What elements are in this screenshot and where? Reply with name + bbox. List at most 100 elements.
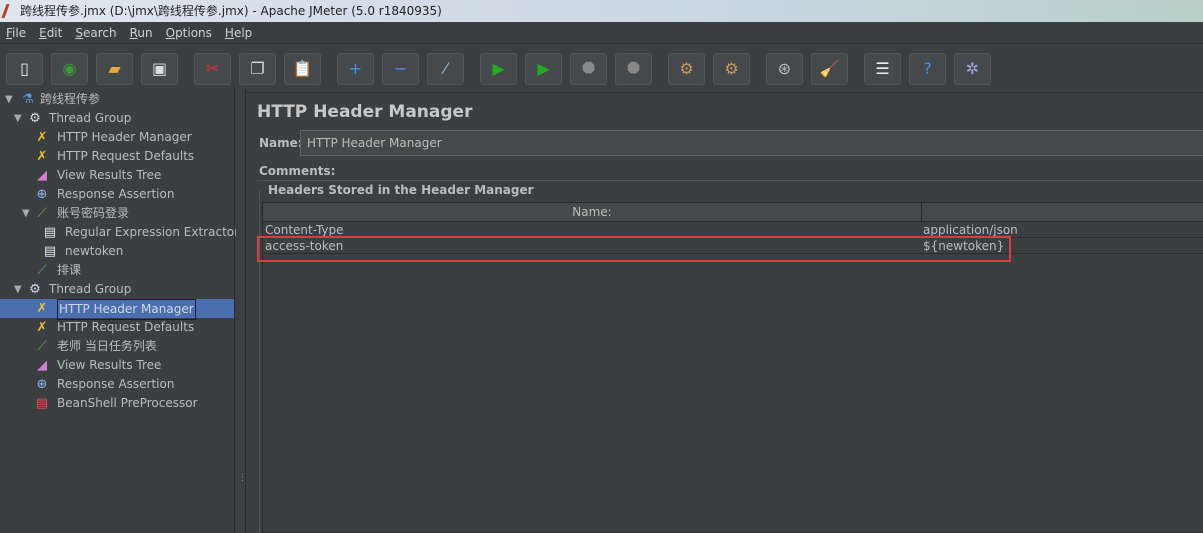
tree-node[interactable]: ⊕ Response Assertion: [0, 375, 234, 394]
window-title: 跨线程传参.jmx (D:\jmx\跨线程传参.jmx) - Apache JM…: [20, 4, 442, 18]
menu-search[interactable]: Search: [75, 22, 116, 43]
chart-icon: ◢: [37, 358, 47, 373]
tree-node-label: 老师 当日任务列表: [57, 339, 157, 353]
tree-node[interactable]: ◢ View Results Tree: [0, 166, 234, 185]
paste-icon: 📋: [292, 59, 313, 78]
tree-node[interactable]: ▼ ⚗ 跨线程传参: [0, 90, 234, 109]
tree-node-label: Regular Expression Extractor: [65, 225, 240, 239]
table-header: Name:: [263, 203, 1203, 222]
tree-node-label: View Results Tree: [57, 358, 162, 372]
menu-bar: File Edit Search Run Options Help: [0, 22, 1203, 44]
gear-icon: ⚙: [29, 111, 41, 126]
tree-node-label: View Results Tree: [57, 168, 162, 182]
tree-node[interactable]: ✗ HTTP Header Manager: [0, 299, 234, 320]
templates-icon: ◉: [62, 59, 77, 78]
shutdown-icon: ⯃: [627, 58, 640, 78]
divider-grip-icon[interactable]: ⋮: [238, 473, 247, 483]
templates-button[interactable]: ◉: [51, 52, 88, 85]
menu-run[interactable]: Run: [130, 22, 153, 43]
function-helper-button[interactable]: ☰: [864, 52, 901, 85]
tree-node-label: HTTP Request Defaults: [57, 149, 195, 163]
separator: [257, 180, 1203, 181]
tree-node[interactable]: ▤ newtoken: [0, 242, 234, 261]
search-icon: ⊛: [777, 59, 792, 78]
wrench-icon: ✗: [36, 320, 48, 335]
menu-edit[interactable]: Edit: [39, 22, 62, 43]
collapse-button[interactable]: −: [382, 52, 419, 85]
toggle-button[interactable]: ⁄: [427, 52, 464, 85]
start-no-pauses-button[interactable]: ▶: [525, 52, 562, 85]
toggle-icon: ⁄: [444, 59, 447, 78]
stop-button[interactable]: ⯃: [570, 52, 607, 85]
header-manager-panel: HTTP Header Manager Name: HTTP Header Ma…: [247, 88, 1203, 533]
window-title-bar: 跨线程传参.jmx (D:\jmx\跨线程传参.jmx) - Apache JM…: [0, 0, 1203, 22]
tree-node[interactable]: ◢ View Results Tree: [0, 356, 234, 375]
panel-title: HTTP Header Manager: [257, 102, 473, 122]
cut-icon: ✂: [205, 59, 220, 78]
extractor-icon: ▤: [43, 244, 57, 259]
split-pane-divider[interactable]: ⋮: [236, 88, 247, 533]
tree-node-label: HTTP Header Manager: [57, 130, 192, 144]
start-no-pauses-icon: ▶: [537, 59, 550, 78]
new-icon: ▯: [20, 59, 29, 78]
expand-toggle-icon[interactable]: ▼: [14, 280, 22, 299]
remote-button[interactable]: ✲: [954, 52, 991, 85]
preprocessor-icon: ▤: [35, 396, 49, 411]
start-button[interactable]: ▶: [480, 52, 517, 85]
wrench-icon: ✗: [36, 130, 48, 145]
magnifier-icon: ⊕: [36, 187, 48, 202]
new-button[interactable]: ▯: [6, 52, 43, 85]
tree-node[interactable]: ▼ ⟋ 账号密码登录: [0, 204, 234, 223]
tree-node[interactable]: ✗ HTTP Header Manager: [0, 128, 234, 147]
open-button[interactable]: ▰: [96, 52, 133, 85]
menu-options[interactable]: Options: [166, 22, 212, 43]
tree-node[interactable]: ▼ ⚙ Thread Group: [0, 280, 234, 299]
copy-button[interactable]: ❐: [239, 52, 276, 85]
function-helper-icon: ☰: [875, 59, 890, 78]
expand-button[interactable]: +: [337, 52, 374, 85]
help-button[interactable]: ?: [909, 52, 946, 85]
chart-icon: ◢: [37, 168, 47, 183]
menu-help[interactable]: Help: [225, 22, 252, 43]
column-header-name[interactable]: Name:: [263, 203, 922, 221]
tree-node[interactable]: ⟋ 老师 当日任务列表: [0, 337, 234, 356]
comments-label: Comments:: [259, 164, 336, 178]
tree-node[interactable]: ▤ BeanShell PreProcessor: [0, 394, 234, 413]
shutdown-button[interactable]: ⯃: [615, 52, 652, 85]
reset-search-icon: 🧹: [819, 59, 840, 78]
column-header-value[interactable]: [922, 203, 1203, 221]
tree-node-label: HTTP Header Manager: [57, 299, 196, 320]
expand-toggle-icon[interactable]: ▼: [5, 90, 13, 109]
open-icon: ▰: [108, 59, 121, 78]
name-input[interactable]: HTTP Header Manager: [300, 130, 1203, 156]
reset-search-button[interactable]: 🧹: [811, 52, 848, 85]
clear-all-button[interactable]: ⚙: [713, 52, 750, 85]
expand-toggle-icon[interactable]: ▼: [22, 204, 30, 223]
tree-node[interactable]: ▤ Regular Expression Extractor: [0, 223, 239, 242]
jmeter-logo-icon: [1, 4, 17, 18]
headers-group-title: Headers Stored in the Header Manager: [266, 183, 536, 197]
clear-all-icon: ⚙: [724, 59, 739, 78]
clear-button[interactable]: ⚙: [668, 52, 705, 85]
tree-node[interactable]: ✗ HTTP Request Defaults: [0, 318, 234, 337]
tree-node[interactable]: ⊕ Response Assertion: [0, 185, 234, 204]
tree-node-label: Thread Group: [49, 282, 132, 296]
test-plan-tree: ▼ ⚗ 跨线程传参 ▼ ⚙ Thread Group ✗ HTTP Header Manage…: [0, 88, 239, 533]
tree-node[interactable]: ▼ ⚙ Thread Group: [0, 109, 234, 128]
stop-icon: ⯃: [582, 58, 595, 78]
expand-toggle-icon[interactable]: ▼: [14, 109, 22, 128]
flask-icon: ⚗: [22, 92, 34, 107]
tree-node[interactable]: ⟋ 排课: [0, 261, 234, 280]
pipette-icon: ⟋: [37, 339, 47, 354]
menu-file[interactable]: File: [6, 22, 26, 43]
copy-icon: ❐: [250, 59, 265, 78]
search-button[interactable]: ⊛: [766, 52, 803, 85]
gear-icon: ⚙: [29, 282, 41, 297]
tree-node-label: Thread Group: [49, 111, 132, 125]
tree-node-label: 跨线程传参: [40, 92, 101, 106]
paste-button[interactable]: 📋: [284, 52, 321, 85]
cut-button[interactable]: ✂: [194, 52, 231, 85]
tree-node[interactable]: ✗ HTTP Request Defaults: [0, 147, 234, 166]
start-icon: ▶: [492, 59, 505, 78]
save-button[interactable]: ▣: [141, 52, 178, 85]
